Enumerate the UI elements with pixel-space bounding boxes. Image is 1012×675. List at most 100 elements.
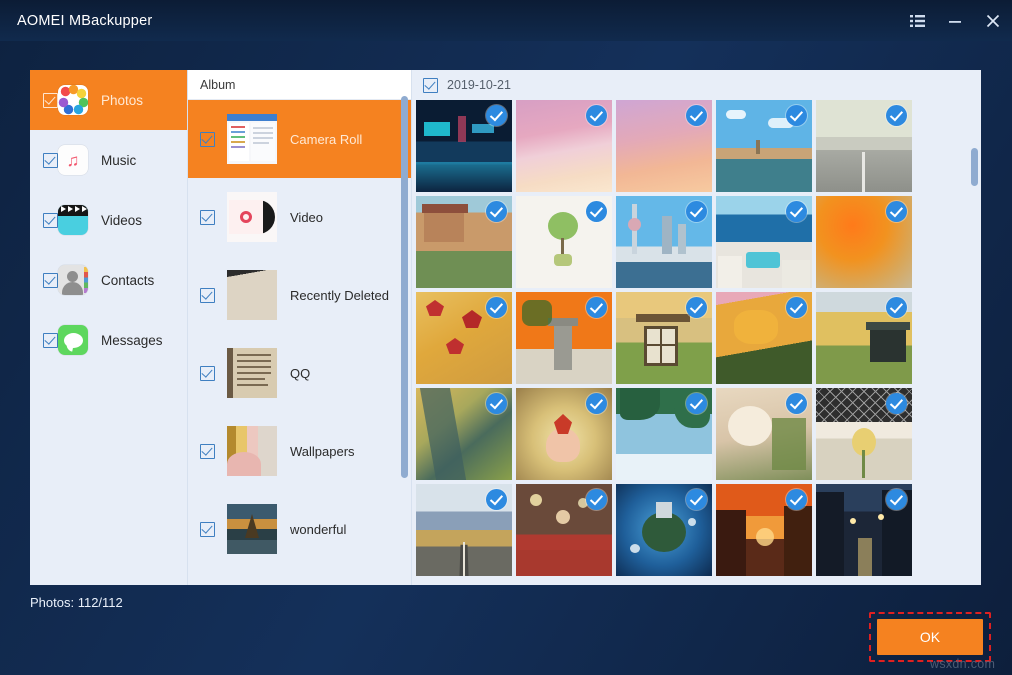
date-group-label: 2019-10-21 <box>447 78 511 92</box>
album-label: QQ <box>290 366 310 381</box>
checkbox-photos[interactable] <box>43 93 58 108</box>
album-label: Wallpapers <box>290 444 355 459</box>
checkbox-album[interactable] <box>200 288 215 303</box>
photo-thumbnail[interactable] <box>416 196 512 288</box>
photo-check-icon[interactable] <box>486 393 507 414</box>
photo-check-icon[interactable] <box>786 489 807 510</box>
sidebar-item-music[interactable]: ♫ Music <box>30 130 187 190</box>
album-column-header: Album <box>188 70 411 100</box>
photo-grid-panel: 2019-10-21 <box>412 70 981 585</box>
watermark: wsxdn.com <box>930 657 995 671</box>
contacts-icon <box>58 265 88 295</box>
photo-check-icon[interactable] <box>786 297 807 318</box>
minimize-icon[interactable] <box>936 0 974 41</box>
date-group-header[interactable]: 2019-10-21 <box>412 70 981 100</box>
photo-check-icon[interactable] <box>886 105 907 126</box>
photo-thumbnail[interactable] <box>716 388 812 480</box>
photo-check-icon[interactable] <box>586 393 607 414</box>
sidebar-item-label: Messages <box>101 333 163 348</box>
messages-icon <box>58 325 88 355</box>
photo-check-icon[interactable] <box>486 105 507 126</box>
photo-thumbnail[interactable] <box>416 292 512 384</box>
sidebar-item-messages[interactable]: Messages <box>30 310 187 370</box>
sidebar-item-label: Photos <box>101 93 143 108</box>
photo-thumbnail[interactable] <box>616 388 712 480</box>
photo-thumbnail[interactable] <box>816 388 912 480</box>
photo-thumbnail[interactable] <box>416 100 512 192</box>
checkbox-date-group[interactable] <box>423 78 438 93</box>
album-label: Camera Roll <box>290 132 362 147</box>
album-scrollbar-thumb[interactable] <box>401 96 408 478</box>
photo-thumbnail[interactable] <box>616 484 712 576</box>
photo-thumbnail[interactable] <box>716 484 812 576</box>
album-item-wonderful[interactable]: wonderful <box>188 490 411 568</box>
photo-grid <box>412 100 981 576</box>
photo-check-icon[interactable] <box>586 201 607 222</box>
album-thumbnail <box>227 504 277 554</box>
photo-check-icon[interactable] <box>586 297 607 318</box>
checkbox-album[interactable] <box>200 444 215 459</box>
sidebar-item-photos[interactable]: Photos <box>30 70 187 130</box>
photo-thumbnail[interactable] <box>716 100 812 192</box>
checkbox-messages[interactable] <box>43 333 58 348</box>
photo-thumbnail[interactable] <box>816 196 912 288</box>
photo-check-icon[interactable] <box>686 105 707 126</box>
photo-check-icon[interactable] <box>586 489 607 510</box>
photo-thumbnail[interactable] <box>816 484 912 576</box>
ok-button[interactable]: OK <box>877 619 983 655</box>
photo-thumbnail[interactable] <box>716 196 812 288</box>
album-item-camera-roll[interactable]: Camera Roll <box>188 100 411 178</box>
album-item-recently-deleted[interactable]: Recently Deleted <box>188 256 411 334</box>
photo-check-icon[interactable] <box>686 393 707 414</box>
checkbox-videos[interactable] <box>43 213 58 228</box>
photo-check-icon[interactable] <box>486 297 507 318</box>
photo-check-icon[interactable] <box>686 489 707 510</box>
checkbox-album[interactable] <box>200 522 215 537</box>
photo-thumbnail[interactable] <box>616 196 712 288</box>
ok-button-group: OK <box>869 612 991 662</box>
sidebar-item-label: Contacts <box>101 273 154 288</box>
photo-thumbnail[interactable] <box>516 484 612 576</box>
menu-list-icon[interactable] <box>898 0 936 41</box>
checkbox-contacts[interactable] <box>43 273 58 288</box>
album-item-qq[interactable]: QQ <box>188 334 411 412</box>
photo-thumbnail[interactable] <box>516 388 612 480</box>
window-controls <box>898 0 1012 41</box>
photo-thumbnail[interactable] <box>716 292 812 384</box>
photo-thumbnail[interactable] <box>416 484 512 576</box>
photo-check-icon[interactable] <box>886 201 907 222</box>
sidebar-item-videos[interactable]: Videos <box>30 190 187 250</box>
photo-thumbnail[interactable] <box>616 100 712 192</box>
photo-check-icon[interactable] <box>586 105 607 126</box>
checkbox-album[interactable] <box>200 210 215 225</box>
photo-check-icon[interactable] <box>886 489 907 510</box>
checkbox-album[interactable] <box>200 132 215 147</box>
photo-check-icon[interactable] <box>886 393 907 414</box>
photo-thumbnail[interactable] <box>416 388 512 480</box>
checkbox-music[interactable] <box>43 153 58 168</box>
photo-check-icon[interactable] <box>686 201 707 222</box>
photo-check-icon[interactable] <box>786 393 807 414</box>
photo-check-icon[interactable] <box>686 297 707 318</box>
photo-check-icon[interactable] <box>486 201 507 222</box>
photo-check-icon[interactable] <box>486 489 507 510</box>
photo-check-icon[interactable] <box>886 297 907 318</box>
close-icon[interactable] <box>974 0 1012 41</box>
photo-thumbnail[interactable] <box>516 100 612 192</box>
album-item-video[interactable]: Video <box>188 178 411 256</box>
sidebar-item-contacts[interactable]: Contacts <box>30 250 187 310</box>
photo-thumbnail[interactable] <box>816 100 912 192</box>
photos-icon <box>58 85 88 115</box>
photo-thumbnail[interactable] <box>516 292 612 384</box>
photo-thumbnail[interactable] <box>516 196 612 288</box>
album-thumbnail <box>227 426 277 476</box>
album-item-wallpapers[interactable]: Wallpapers <box>188 412 411 490</box>
photo-thumbnail[interactable] <box>816 292 912 384</box>
photo-scrollbar-thumb[interactable] <box>971 148 978 186</box>
photo-check-icon[interactable] <box>786 201 807 222</box>
photo-thumbnail[interactable] <box>616 292 712 384</box>
photo-check-icon[interactable] <box>786 105 807 126</box>
app-title: AOMEI MBackupper <box>17 13 152 29</box>
category-sidebar: Photos ♫ Music Videos Contacts Messages <box>30 70 188 585</box>
checkbox-album[interactable] <box>200 366 215 381</box>
